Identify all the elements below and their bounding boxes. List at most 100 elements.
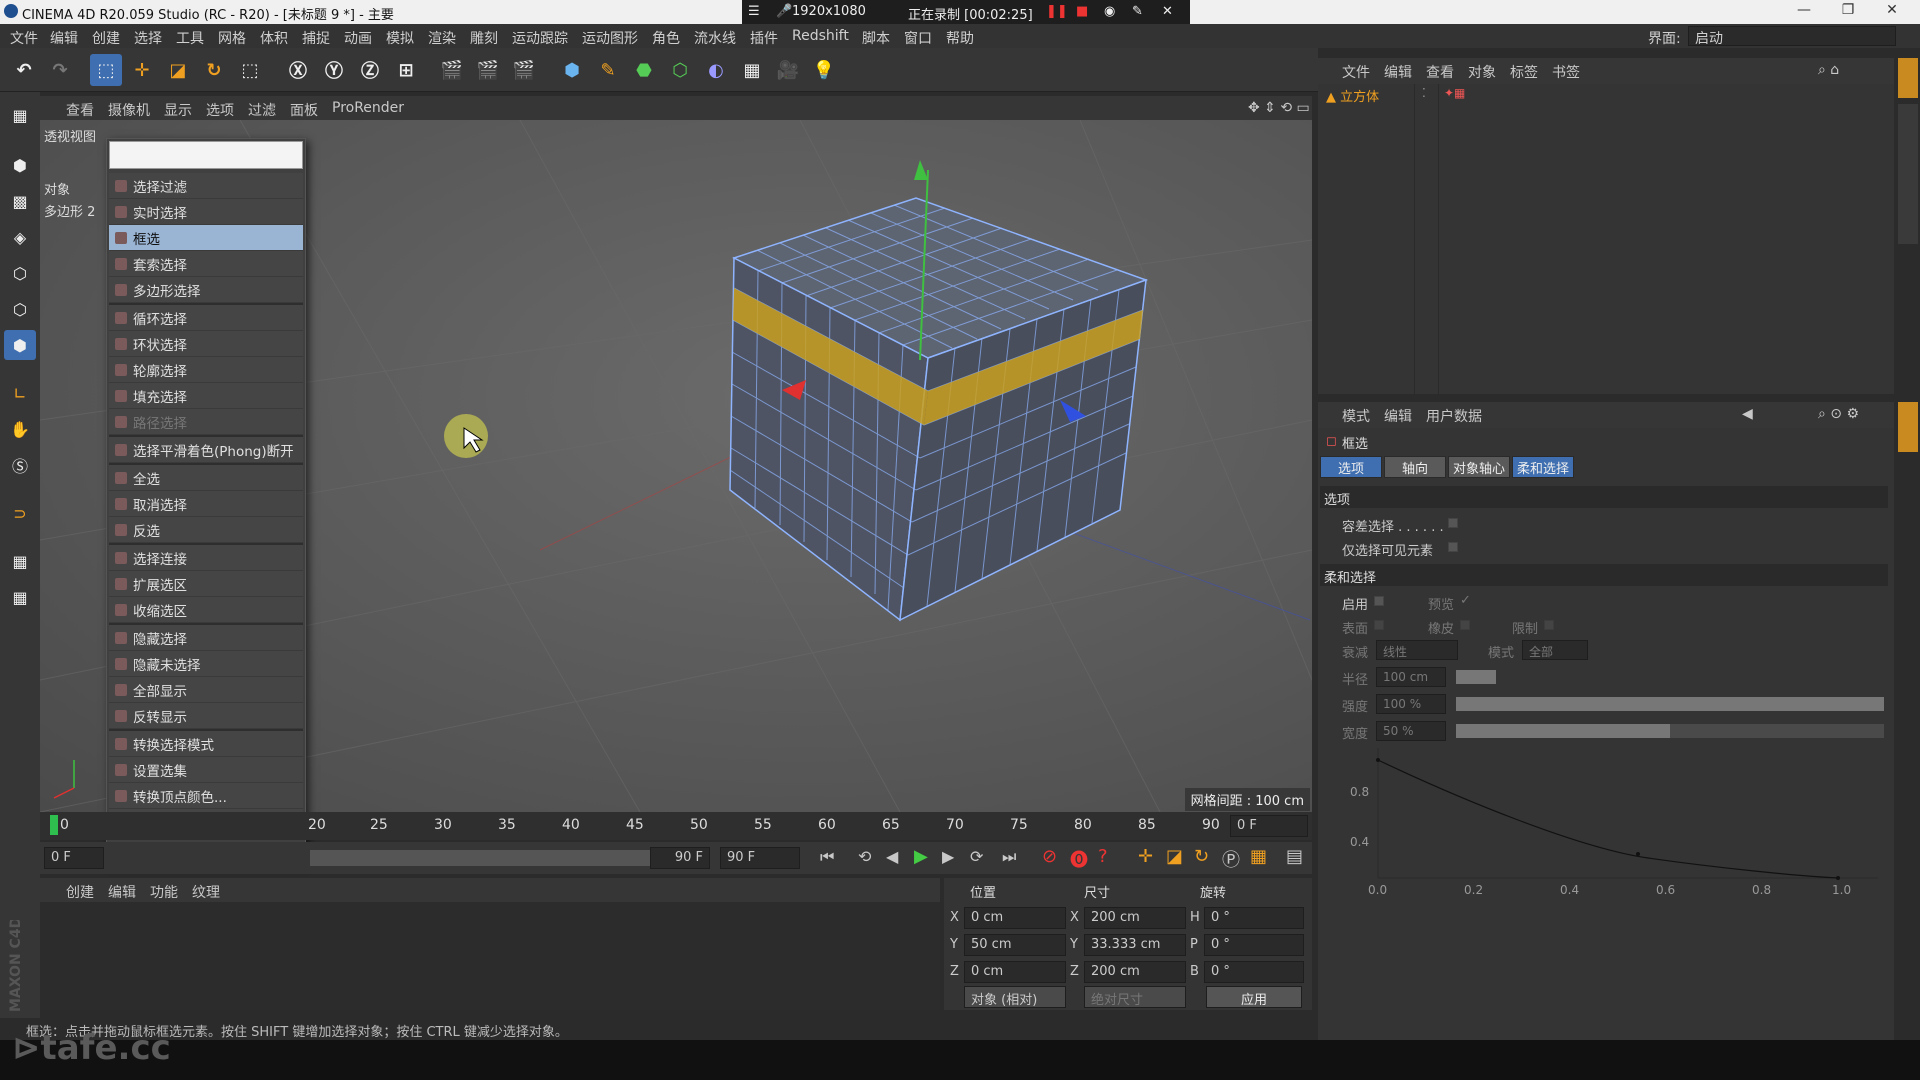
polygons-mode-icon[interactable]: ⬢ <box>4 330 36 360</box>
menu-plugins[interactable]: 插件 <box>750 28 778 48</box>
am-back-icon[interactable]: ◀ <box>1742 406 1753 422</box>
dropdown-item[interactable]: 反选 <box>109 517 303 543</box>
y-axis-icon[interactable]: Ⓨ <box>318 54 350 86</box>
dropdown-item[interactable]: 循环选择 <box>109 305 303 331</box>
visible-only-checkbox[interactable] <box>1448 542 1458 552</box>
render-settings-icon[interactable]: 🎬 <box>508 54 540 86</box>
redo-icon[interactable]: ↷ <box>44 54 76 86</box>
am-menu-mode[interactable]: 模式 <box>1342 406 1370 426</box>
dropdown-item[interactable]: 全部显示 <box>109 677 303 703</box>
mat-menu-function[interactable]: 功能 <box>150 882 178 902</box>
rotate-tool-icon[interactable]: ↻ <box>198 54 230 86</box>
visibility-dots-icon[interactable]: ⁚ <box>1422 86 1426 100</box>
soft-surface-checkbox[interactable] <box>1374 620 1384 630</box>
am-menu-userdata[interactable]: 用户数据 <box>1426 406 1482 426</box>
side-tab-content[interactable] <box>1898 104 1918 244</box>
autokey-icon[interactable]: ⓿ <box>1070 846 1088 872</box>
om-menu-view[interactable]: 查看 <box>1426 62 1454 82</box>
am-menu-edit[interactable]: 编辑 <box>1384 406 1412 426</box>
dropdown-item[interactable]: 隐藏未选择 <box>109 651 303 677</box>
tweak-icon[interactable]: ✋ <box>4 414 36 444</box>
menu-window[interactable]: 窗口 <box>904 28 932 48</box>
vp-menu-panel[interactable]: 面板 <box>290 100 318 120</box>
menu-animate[interactable]: 动画 <box>344 28 372 48</box>
dropdown-item[interactable]: 转换顶点颜色... <box>109 783 303 809</box>
prev-key-icon[interactable]: ⟲ <box>858 847 871 866</box>
menu-edit[interactable]: 编辑 <box>50 28 78 48</box>
mat-menu-create[interactable]: 创建 <box>66 882 94 902</box>
start-frame-field[interactable]: 0 F <box>44 847 104 869</box>
dropdown-item[interactable]: 路径选择 <box>109 409 303 435</box>
tab-axis[interactable]: 轴向 <box>1384 456 1446 478</box>
viewport-nav-icons[interactable]: ✥ ⇕ ⟲ ▭ <box>1248 100 1310 116</box>
coordinate-system-icon[interactable]: ⊞ <box>390 54 422 86</box>
soft-limit-checkbox[interactable] <box>1544 620 1554 630</box>
menu-motion-tracking[interactable]: 运动跟踪 <box>512 28 568 48</box>
soft-enable-checkbox[interactable] <box>1374 596 1384 606</box>
restore-icon[interactable]: ❐ <box>1828 2 1868 18</box>
deformer-icon[interactable]: ◐ <box>700 54 732 86</box>
menu-snap[interactable]: 捕捉 <box>302 28 330 48</box>
menu-redshift[interactable]: Redshift <box>792 28 849 44</box>
falloff-curve-graph[interactable]: 0.8 0.4 0.0 0.2 0.4 0.6 0.8 1.0 <box>1338 748 1878 898</box>
key-position-icon[interactable]: ✛ <box>1138 846 1153 867</box>
pause-icon[interactable]: ❚❚ <box>1046 4 1068 19</box>
vp-menu-options[interactable]: 选项 <box>206 100 234 120</box>
tab-object-axis[interactable]: 对象轴心 <box>1448 456 1510 478</box>
array-icon[interactable]: ⬡ <box>664 54 696 86</box>
object-row-cube[interactable]: ▲ 立方体 <box>1326 86 1379 106</box>
menu-sculpt[interactable]: 雕刻 <box>470 28 498 48</box>
sculpt-grid-icon[interactable]: ▦ <box>4 582 36 612</box>
axis-mode-icon[interactable]: ∟ <box>4 378 36 408</box>
dropdown-item[interactable]: 取消选择 <box>109 491 303 517</box>
texture-mode-icon[interactable]: ▩ <box>4 186 36 216</box>
menu-volume[interactable]: 体积 <box>260 28 288 48</box>
points-mode-icon[interactable]: ⬡ <box>4 258 36 288</box>
object-manager[interactable]: ▲ 立方体 ⁚ ✦▦ <box>1318 84 1894 394</box>
apply-button[interactable]: 应用 <box>1206 986 1302 1008</box>
z-axis-icon[interactable]: Ⓩ <box>354 54 386 86</box>
om-search-icon[interactable]: ⌕ ⌂ <box>1818 62 1839 78</box>
record-icon[interactable]: ⊘ <box>1042 846 1057 867</box>
keyframe-selection-icon[interactable]: ? <box>1098 846 1108 867</box>
size-y-field[interactable]: 33.333 cm <box>1084 934 1186 956</box>
size-x-field[interactable]: 200 cm <box>1084 907 1186 929</box>
goto-start-icon[interactable]: ⏮ <box>820 847 834 867</box>
magnet-icon[interactable]: ⊃ <box>4 498 36 528</box>
pen-icon[interactable]: ✎ <box>1132 4 1143 19</box>
dropdown-item[interactable]: 实时选择 <box>109 199 303 225</box>
edges-mode-icon[interactable]: ⬡ <box>4 294 36 324</box>
om-menu-objects[interactable]: 对象 <box>1468 62 1496 82</box>
menu-create[interactable]: 创建 <box>92 28 120 48</box>
dropdown-item[interactable]: 轮廓选择 <box>109 357 303 383</box>
dropdown-item[interactable]: 套索选择 <box>109 251 303 277</box>
end-frame-field-b[interactable]: 90 F <box>720 847 800 869</box>
end-frame-field-a[interactable]: 90 F <box>650 847 710 869</box>
coord-mode-select[interactable]: 对象 (相对) <box>964 986 1066 1008</box>
pos-z-field[interactable]: 0 cm <box>964 961 1066 983</box>
dropdown-item[interactable]: 填充选择 <box>109 383 303 409</box>
dropdown-item[interactable]: 框选 <box>109 225 303 251</box>
make-editable-icon[interactable]: ▦ <box>4 100 36 130</box>
menu-select[interactable]: 选择 <box>134 28 162 48</box>
timeline-ruler[interactable]: 0 20 25 30 35 40 45 50 55 60 65 70 75 80… <box>40 812 1312 840</box>
next-frame-icon[interactable]: ▶ <box>942 847 954 866</box>
dropdown-item[interactable]: 选择过滤 <box>109 173 303 199</box>
soft-rubber-checkbox[interactable] <box>1460 620 1470 630</box>
play-icon[interactable]: ▶ <box>914 846 928 867</box>
goto-end-icon[interactable]: ⏭ <box>1002 847 1016 867</box>
pen-spline-icon[interactable]: ✎ <box>592 54 624 86</box>
am-tools-icon[interactable]: ⌕ ⊙ ⚙ <box>1818 406 1859 422</box>
mat-menu-texture[interactable]: 纹理 <box>192 882 220 902</box>
floor-icon[interactable]: ▦ <box>736 54 768 86</box>
dropdown-item[interactable]: 全选 <box>109 465 303 491</box>
vp-menu-filter[interactable]: 过滤 <box>248 100 276 120</box>
move-tool-icon[interactable]: ✛ <box>126 54 158 86</box>
timeline-window-icon[interactable]: ▤ <box>1286 846 1303 867</box>
menu-character[interactable]: 角色 <box>652 28 680 48</box>
side-tab-objects[interactable] <box>1898 58 1918 98</box>
dropdown-item[interactable]: 环状选择 <box>109 331 303 357</box>
close-recording-icon[interactable]: ✕ <box>1162 4 1173 19</box>
pos-y-field[interactable]: 50 cm <box>964 934 1066 956</box>
undo-icon[interactable]: ↶ <box>8 54 40 86</box>
